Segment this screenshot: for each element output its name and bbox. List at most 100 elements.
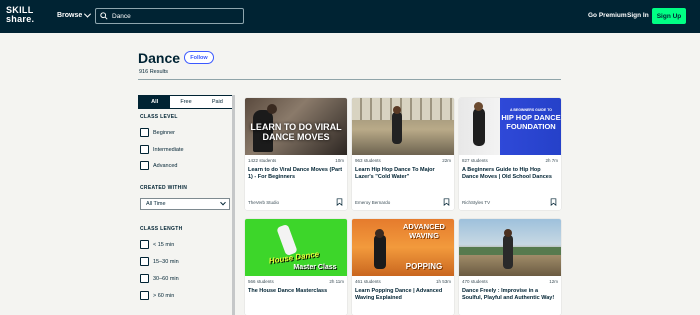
- student-count: 470 students: [462, 279, 488, 284]
- checkbox-label: 15–30 min: [153, 258, 179, 265]
- checkbox-over-60[interactable]: > 60 min: [140, 291, 174, 300]
- checkbox-box[interactable]: [140, 291, 149, 300]
- dancer-head: [393, 106, 401, 114]
- course-card[interactable]: 963 students 22m Learn Hip Hop Dance To M…: [352, 98, 454, 210]
- sidebar-scrollbar[interactable]: [232, 95, 235, 315]
- dancer-figure: [473, 108, 485, 146]
- thumbnail-subtext: A BEGINNERS GUIDE TO: [509, 108, 552, 112]
- course-meta: 827 students 2h 7m: [459, 155, 561, 163]
- student-count: 827 students: [462, 158, 488, 163]
- course-title[interactable]: Learn Popping Dance | Advanced Waving Ex…: [352, 284, 454, 304]
- checkbox-box[interactable]: [140, 161, 149, 170]
- course-card[interactable]: ADVANCED WAVING POPPING 461 students 1h 5…: [352, 219, 454, 315]
- checkbox-box[interactable]: [140, 274, 149, 283]
- student-count: 566 students: [248, 279, 274, 284]
- course-meta: 461 students 1h 53m: [352, 276, 454, 284]
- course-meta: 963 students 22m: [352, 155, 454, 163]
- course-title[interactable]: The House Dance Masterclass: [245, 284, 347, 304]
- top-navigation-bar: SKILL share. Browse Go Premium Sign In S…: [0, 0, 700, 33]
- dancer-figure: [374, 235, 386, 269]
- bookmark-icon[interactable]: [443, 198, 450, 206]
- course-thumbnail[interactable]: ADVANCED WAVING POPPING: [352, 219, 454, 276]
- tab-free[interactable]: Free: [170, 96, 201, 108]
- browse-menu-button[interactable]: Browse: [57, 10, 92, 19]
- course-meta: 470 students 12m: [459, 276, 561, 284]
- thumbnail-text: LEARN TO DO VIRAL DANCE MOVES: [250, 122, 342, 142]
- page-title: Dance: [138, 50, 181, 66]
- search-box[interactable]: [95, 8, 244, 24]
- filter-sidebar: All Free Paid CLASS LEVEL Beginner Inter…: [138, 95, 235, 315]
- checkbox-label: Intermediate: [153, 146, 184, 153]
- checkbox-intermediate[interactable]: Intermediate: [140, 145, 184, 154]
- checkbox-box[interactable]: [140, 257, 149, 266]
- course-title[interactable]: Learn to do Viral Dance Moves (Part 1) -…: [245, 163, 347, 183]
- price-filter-tabs: All Free Paid: [138, 95, 234, 109]
- course-title[interactable]: Dance Freely : Improvise in a Soulful, P…: [459, 284, 561, 304]
- chevron-down-icon: [220, 199, 226, 206]
- checkbox-label: 30–60 min: [153, 275, 179, 282]
- checkbox-under-15[interactable]: < 15 min: [140, 240, 174, 249]
- checkbox-15-30[interactable]: 15–30 min: [140, 257, 179, 266]
- checkbox-box[interactable]: [140, 240, 149, 249]
- thumbnail-subtext: Master Class: [293, 264, 337, 271]
- tab-paid[interactable]: Paid: [202, 96, 233, 108]
- bookmark-icon[interactable]: [336, 198, 343, 206]
- course-thumbnail[interactable]: A BEGINNERS GUIDE TO HIP HOP DANCE FOUND…: [459, 98, 561, 155]
- student-count: 1422 students: [248, 158, 277, 163]
- thumbnail-subtext: POPPING: [405, 262, 443, 271]
- skillshare-logo[interactable]: SKILL share.: [6, 6, 34, 24]
- teacher-name[interactable]: RichStyles TV: [462, 200, 490, 205]
- course-duration: 10m: [335, 158, 344, 163]
- checkbox-advanced[interactable]: Advanced: [140, 161, 177, 170]
- gym-windows: [352, 98, 454, 120]
- course-meta: 566 students 2h 11m: [245, 276, 347, 284]
- dancer-figure: [503, 235, 513, 269]
- course-meta: 1422 students 10m: [245, 155, 347, 163]
- course-thumbnail[interactable]: [459, 219, 561, 276]
- search-input[interactable]: [112, 12, 232, 20]
- checkbox-beginner[interactable]: Beginner: [140, 128, 175, 137]
- teacher-name[interactable]: TheVerb Studio: [248, 200, 279, 205]
- chevron-down-icon: [84, 10, 92, 18]
- logo-line-2: share.: [6, 14, 35, 24]
- created-within-select[interactable]: All Time: [140, 198, 230, 210]
- tab-all[interactable]: All: [139, 96, 171, 108]
- checkbox-label: < 15 min: [153, 241, 175, 248]
- student-count: 461 students: [355, 279, 381, 284]
- sign-in-link[interactable]: Sign In: [627, 12, 649, 19]
- course-thumbnail[interactable]: LEARN TO DO VIRAL DANCE MOVES: [245, 98, 347, 155]
- bookmark-icon[interactable]: [550, 198, 557, 206]
- created-within-title: CREATED WITHIN: [140, 185, 188, 191]
- thumbnail-text: ADVANCED WAVING: [403, 222, 445, 240]
- course-card[interactable]: A BEGINNERS GUIDE TO HIP HOP DANCE FOUND…: [459, 98, 561, 210]
- checkbox-box[interactable]: [140, 145, 149, 154]
- course-thumbnail[interactable]: [352, 98, 454, 155]
- dancer-head: [504, 229, 512, 237]
- class-length-title: CLASS LENGTH: [140, 226, 183, 232]
- course-card[interactable]: House Dance Master Class 566 students 2h …: [245, 219, 347, 315]
- student-count: 963 students: [355, 158, 381, 163]
- browse-label: Browse: [57, 12, 83, 19]
- dancer-figure: [392, 112, 402, 144]
- sign-up-button[interactable]: Sign Up: [652, 8, 686, 24]
- course-duration: 2h 11m: [329, 279, 344, 284]
- checkbox-box[interactable]: [140, 128, 149, 137]
- course-title[interactable]: Learn Hip Hop Dance To Major Lazer's "Co…: [352, 163, 454, 183]
- checkbox-30-60[interactable]: 30–60 min: [140, 274, 179, 283]
- course-card[interactable]: LEARN TO DO VIRAL DANCE MOVES 1422 stude…: [245, 98, 347, 210]
- course-duration: 12m: [549, 279, 558, 284]
- results-count: 916 Results: [139, 69, 169, 75]
- teacher-name[interactable]: Emeroy Bernardo: [355, 200, 390, 205]
- course-thumbnail[interactable]: House Dance Master Class: [245, 219, 347, 276]
- select-value: All Time: [146, 201, 166, 207]
- follow-button[interactable]: Follow: [184, 51, 214, 64]
- course-duration: 1h 53m: [435, 279, 451, 284]
- checkbox-label: Advanced: [153, 162, 178, 169]
- dancer-head: [375, 229, 384, 238]
- course-duration: 2h 7m: [545, 158, 558, 163]
- course-card[interactable]: 470 students 12m Dance Freely : Improvise…: [459, 219, 561, 315]
- go-premium-link[interactable]: Go Premium: [588, 12, 627, 19]
- dancer-head: [474, 102, 483, 111]
- course-title[interactable]: A Beginners Guide to Hip Hop Dance Moves…: [459, 163, 561, 183]
- header-divider: [138, 79, 561, 80]
